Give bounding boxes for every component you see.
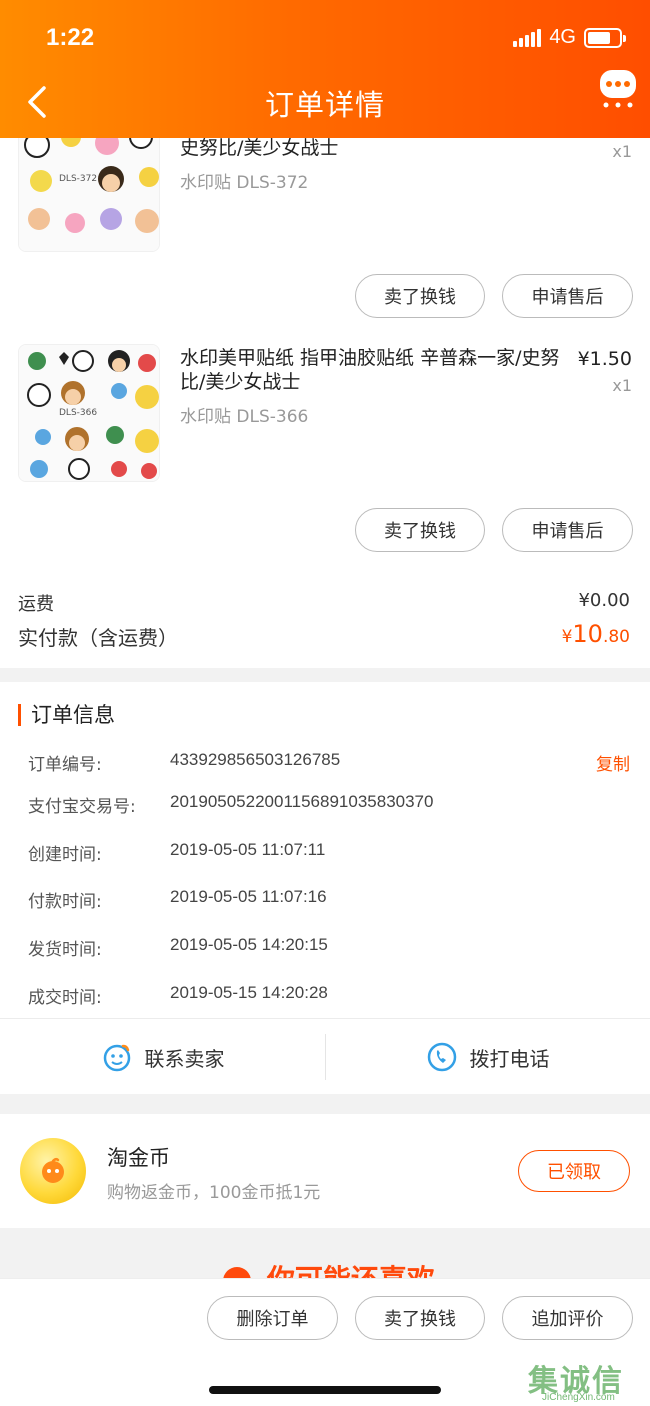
total-value: ¥10.80	[562, 620, 630, 648]
contact-seller-button[interactable]: 联系卖家	[0, 1018, 325, 1096]
section-title: 订单信息	[18, 704, 115, 726]
chat-icon	[103, 1044, 130, 1072]
after-sale-button[interactable]: 申请售后	[502, 274, 633, 318]
page-title: 订单详情	[264, 88, 385, 122]
total-decimal: .80	[602, 627, 630, 647]
watermark-sub: JiChengXin.com	[542, 1392, 615, 1403]
coin-title: 淘金币	[107, 1146, 170, 1170]
network-label: 4G	[549, 26, 576, 48]
alipay-trade-value: 2019050522001156891035830370	[170, 792, 434, 811]
total-currency: ¥	[561, 627, 573, 647]
sell-button[interactable]: 卖了换钱	[355, 508, 485, 552]
product-panel: DLS-372 史努比/美少女战士 水印贴 DLS-372 x1 卖了换钱 申请…	[0, 114, 650, 668]
coin-icon	[20, 1138, 86, 1204]
total-label: 实付款（含运费）	[18, 626, 178, 650]
sticker-image: DLS-366	[19, 345, 159, 481]
chat-bubble-icon	[600, 70, 636, 108]
battery-icon	[584, 27, 626, 48]
deal-time-value: 2019-05-15 14:20:28	[170, 983, 328, 1002]
sell-button[interactable]: 卖了换钱	[355, 1296, 485, 1340]
message-more-button[interactable]	[598, 68, 638, 108]
order-info-panel: 订单信息 订单编号: 433929856503126785 复制 支付宝交易号:…	[0, 682, 650, 1094]
shipping-label: 运费	[18, 594, 54, 615]
contact-bar: 联系卖家 拨打电话	[0, 1018, 650, 1096]
product-price: ¥1.50	[577, 348, 632, 370]
sell-button[interactable]: 卖了换钱	[355, 274, 485, 318]
phone-icon	[427, 1042, 456, 1072]
shipped-time-value: 2019-05-05 14:20:15	[170, 935, 328, 954]
home-indicator[interactable]	[209, 1386, 441, 1394]
app-header: 1:22 4G 订单详情	[0, 0, 650, 138]
status-time: 1:22	[46, 24, 95, 51]
call-phone-label: 拨打电话	[469, 1046, 550, 1071]
copy-button[interactable]: 复制	[596, 750, 630, 775]
product-spec: 水印贴 DLS-366	[180, 407, 309, 427]
order-number-value: 433929856503126785	[170, 750, 341, 769]
product-spec: 水印贴 DLS-372	[180, 173, 309, 193]
paid-time-label: 付款时间:	[28, 892, 102, 912]
shipping-value: ¥0.00	[578, 590, 630, 611]
total-integer: 10	[572, 620, 603, 648]
thumb-label: DLS-366	[59, 408, 97, 418]
product-title[interactable]: 水印美甲贴纸 指甲油胶贴纸 辛普森一家/史努比/美少女战士	[180, 346, 560, 394]
coins-panel: 淘金币 购物返金币，100金币抵1元 已领取	[0, 1114, 650, 1228]
paid-time-value: 2019-05-05 11:07:16	[170, 887, 327, 906]
thumb-label: DLS-372	[59, 174, 97, 184]
created-time-label: 创建时间:	[28, 845, 102, 865]
delete-order-button[interactable]: 删除订单	[207, 1296, 338, 1340]
product-qty: x1	[612, 376, 632, 395]
signal-icon	[513, 28, 542, 47]
alipay-trade-label: 支付宝交易号:	[28, 797, 136, 817]
product-qty: x1	[612, 142, 632, 161]
status-indicators: 4G	[513, 26, 626, 49]
watermark-logo: 集诚信 JiChengXin.com	[528, 1356, 644, 1404]
contact-seller-label: 联系卖家	[144, 1046, 225, 1071]
order-number-label: 订单编号:	[28, 755, 102, 775]
product-title[interactable]: 史努比/美少女战士	[180, 136, 560, 160]
call-phone-button[interactable]: 拨打电话	[325, 1018, 650, 1096]
coin-subtitle: 购物返金币，100金币抵1元	[107, 1183, 321, 1203]
deal-time-label: 成交时间:	[28, 988, 102, 1008]
after-sale-button[interactable]: 申请售后	[502, 508, 633, 552]
add-review-button[interactable]: 追加评价	[502, 1296, 633, 1340]
shipped-time-label: 发货时间:	[28, 940, 102, 960]
claimed-button[interactable]: 已领取	[518, 1150, 630, 1192]
product-thumbnail[interactable]: DLS-366	[18, 344, 160, 482]
created-time-value: 2019-05-05 11:07:11	[170, 840, 326, 859]
